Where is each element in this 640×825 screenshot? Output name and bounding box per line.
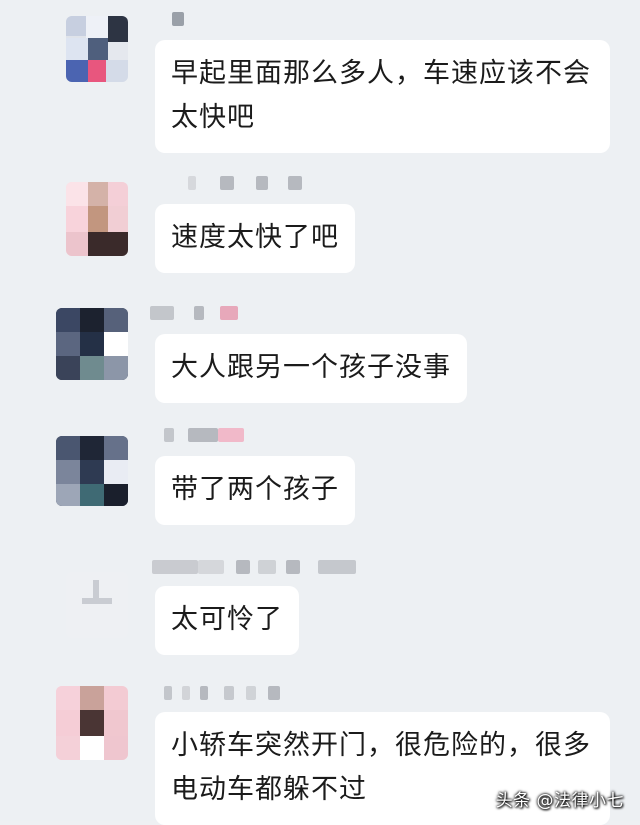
avatar[interactable] [56, 686, 128, 760]
avatar[interactable] [56, 308, 128, 380]
message-bubble: 带了两个孩子 [155, 456, 355, 525]
watermark: 头条 @法律小七 [495, 791, 624, 811]
avatar[interactable] [66, 16, 128, 82]
generic-person-icon [82, 580, 112, 604]
chat-screen: 早起里面那么多人，车速应该不会太快吧 速度太快了吧 大人跟另一个孩子没事 带了两… [0, 0, 640, 825]
avatar[interactable] [66, 182, 128, 256]
message-bubble: 早起里面那么多人，车速应该不会太快吧 [155, 40, 610, 153]
avatar[interactable] [66, 572, 128, 638]
avatar[interactable] [56, 436, 128, 506]
message-bubble: 速度太快了吧 [155, 204, 355, 273]
message-bubble: 太可怜了 [155, 586, 299, 655]
message-bubble: 大人跟另一个孩子没事 [155, 334, 467, 403]
